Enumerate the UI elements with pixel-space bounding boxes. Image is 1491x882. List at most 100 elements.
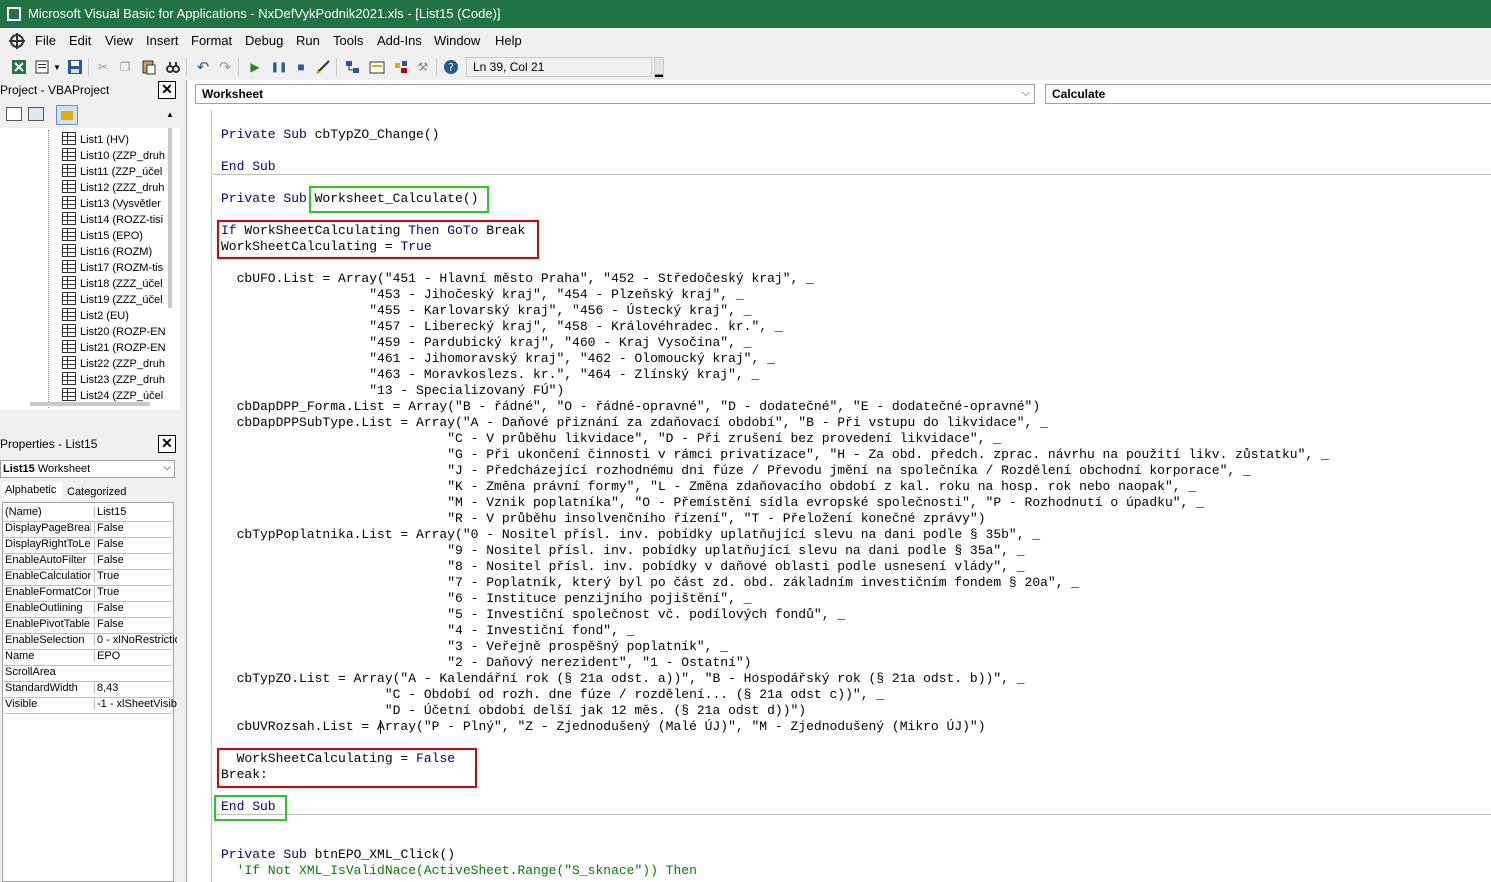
property-value[interactable]: False — [94, 522, 177, 534]
comment-line: 'If Not XML_IsValidNace(ActiveSheet.Rang… — [221, 863, 697, 878]
property-row[interactable]: (Name) List15 — [4, 505, 174, 522]
property-row[interactable]: EnableSelection 0 - xlNoRestrictio — [4, 633, 177, 650]
reset-icon[interactable]: ■ — [292, 58, 310, 76]
project-close-icon[interactable]: ✕ — [158, 81, 176, 99]
menu-run[interactable]: Run — [296, 33, 320, 48]
view-code-icon[interactable] — [6, 107, 22, 121]
property-row[interactable]: EnableOutlining False — [4, 601, 174, 618]
project-scrollbar[interactable] — [168, 128, 172, 308]
project-item[interactable]: List12 (ZZZ_druh — [62, 180, 164, 196]
project-item[interactable]: List2 (EU) — [62, 308, 129, 324]
paste-icon[interactable] — [140, 58, 158, 76]
redo-icon[interactable]: ↷ — [216, 58, 234, 76]
break-icon[interactable]: ❚❚ — [270, 58, 288, 76]
code-line: cbTypPoplatnika.List = Array("0 - Nosite… — [221, 527, 1041, 542]
find-icon[interactable] — [164, 58, 182, 76]
insert-dropdown-icon[interactable]: ▼ — [52, 58, 62, 76]
worksheet-icon — [62, 372, 76, 385]
property-row[interactable]: StandardWidth 8,43 — [4, 681, 174, 698]
toolbar-options-icon[interactable]: ▬ — [654, 57, 664, 79]
property-value[interactable]: False — [94, 538, 177, 550]
property-row[interactable]: DisplayRightToLef False — [4, 537, 174, 554]
menu-edit[interactable]: Edit — [69, 33, 91, 48]
property-row[interactable]: EnableAutoFilter False — [4, 553, 174, 570]
property-value[interactable]: EPO — [94, 650, 177, 662]
project-item[interactable]: List18 (ZZZ_účel — [62, 276, 163, 292]
property-name: (Name) — [5, 506, 42, 518]
save-icon[interactable] — [66, 58, 84, 76]
menu-help[interactable]: Help — [495, 33, 522, 48]
project-item[interactable]: List23 (ZZP_druh — [62, 372, 165, 388]
view-object-icon[interactable] — [28, 107, 44, 121]
menu-format[interactable]: Format — [191, 33, 232, 48]
menu-add-ins[interactable]: Add-Ins — [377, 33, 422, 48]
project-explorer-icon[interactable] — [344, 58, 362, 76]
project-item[interactable]: List24 (ZZP_účel — [62, 388, 163, 404]
project-scroll-up-icon[interactable]: ▲ — [166, 110, 176, 126]
design-mode-icon[interactable] — [314, 58, 332, 76]
object-browser-icon[interactable] — [392, 58, 410, 76]
property-value[interactable]: False — [94, 554, 177, 566]
property-row[interactable]: EnablePivotTable False — [4, 617, 174, 634]
project-item[interactable]: List22 (ZZP_druh — [62, 356, 165, 372]
toggle-folders-icon[interactable] — [56, 105, 78, 125]
object-selector[interactable]: List15 Worksheet ⌵ — [0, 460, 175, 478]
project-item[interactable]: List19 (ZZZ_účel — [62, 292, 163, 308]
excel-icon[interactable] — [10, 58, 28, 76]
project-item[interactable]: List14 (ROZZ-tisi — [62, 212, 163, 228]
property-row[interactable]: EnableFormatCon True — [4, 585, 174, 602]
copy-icon[interactable]: ❐ — [116, 58, 134, 76]
property-value[interactable]: True — [94, 570, 177, 582]
cut-icon[interactable]: ✂ — [94, 58, 112, 76]
properties-icon[interactable] — [368, 58, 386, 76]
project-item[interactable]: List13 (Vysvětler — [62, 196, 161, 212]
code-line: "7 - Poplatník, který byl po část zd. ob… — [221, 575, 1080, 590]
project-item[interactable]: List11 (ZZP_účel — [62, 164, 162, 180]
menu-tools[interactable]: Tools — [333, 33, 363, 48]
property-value[interactable]: 8,43 — [94, 682, 177, 694]
property-value[interactable]: False — [94, 618, 177, 630]
property-value[interactable]: True — [94, 586, 177, 598]
menu-debug[interactable]: Debug — [245, 33, 283, 48]
object-combo[interactable]: Worksheet ⌵ — [195, 84, 1035, 104]
property-value[interactable]: List15 — [94, 506, 177, 518]
property-row[interactable]: Visible -1 - xlSheetVisib — [4, 697, 177, 714]
project-item[interactable]: List21 (ROZP-EN — [62, 340, 166, 356]
tab-alphabetic[interactable]: Alphabetic — [2, 482, 62, 500]
menu-file[interactable]: File — [35, 33, 56, 48]
project-item[interactable]: List20 (ROZP-EN — [62, 324, 166, 340]
property-row[interactable]: ScrollArea — [4, 665, 174, 682]
menu-window[interactable]: Window — [434, 33, 480, 48]
project-item[interactable]: List15 (EPO) — [62, 228, 143, 244]
properties-close-icon[interactable]: ✕ — [158, 435, 176, 453]
property-value[interactable]: -1 - xlSheetVisib — [94, 698, 177, 710]
insert-module-icon[interactable] — [34, 58, 52, 76]
code-line: End Sub — [221, 159, 276, 174]
project-item[interactable]: List1 (HV) — [62, 132, 129, 148]
property-row[interactable]: DisplayPageBreak False — [4, 521, 174, 538]
code-line: "D - Účetní období delší jak 12 měs. (§ … — [221, 703, 807, 718]
property-value[interactable]: 0 - xlNoRestrictio — [94, 634, 177, 646]
project-item[interactable]: List10 (ZZP_druh — [62, 148, 165, 164]
project-item-label: List17 (ROZM-tis — [80, 262, 164, 274]
property-row[interactable]: Name EPO — [4, 649, 174, 666]
property-value[interactable]: False — [94, 602, 177, 614]
help-icon[interactable]: ? — [442, 58, 460, 76]
toolbox-icon[interactable]: ⚒ — [414, 58, 432, 76]
menu-view[interactable]: View — [105, 33, 133, 48]
run-icon[interactable]: ▶ — [246, 58, 264, 76]
highlight-break-block — [217, 748, 477, 788]
project-item[interactable]: List16 (ROZM) — [62, 244, 152, 260]
procedure-combo[interactable]: Calculate — [1045, 84, 1491, 104]
tab-categorized[interactable]: Categorized — [64, 484, 129, 500]
project-item-label: List19 (ZZZ_účel — [80, 294, 163, 306]
undo-icon[interactable]: ↶ — [194, 58, 212, 76]
project-item[interactable]: List17 (ROZM-tis — [62, 260, 163, 276]
code-line: "G - Při ukončení činnosti v rámci priva… — [221, 447, 1329, 462]
title-bar: Microsoft Visual Basic for Applications … — [0, 0, 1491, 28]
vba-system-menu-icon[interactable] — [8, 32, 26, 50]
chevron-down-icon: ⌵ — [1021, 87, 1030, 99]
worksheet-icon — [62, 260, 76, 273]
menu-insert[interactable]: Insert — [146, 33, 179, 48]
property-row[interactable]: EnableCalculation True — [4, 569, 174, 586]
